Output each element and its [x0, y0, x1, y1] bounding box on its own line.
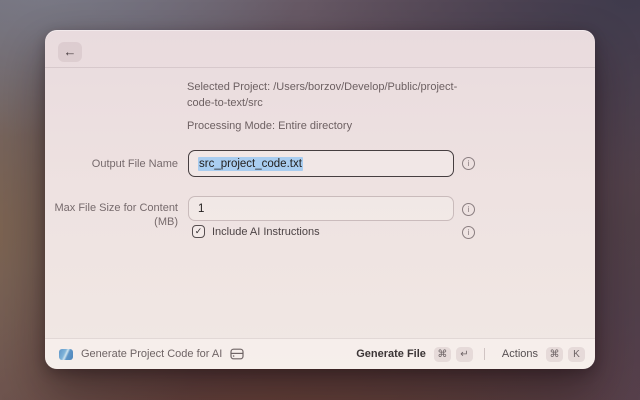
- form-window: ← Selected Project: /Users/borzov/Develo…: [45, 30, 595, 369]
- command-title: Generate Project Code for AI: [81, 348, 223, 360]
- include-ai-label: Include AI Instructions: [212, 225, 320, 238]
- keycap-k-icon: K: [568, 346, 585, 362]
- generate-file-button[interactable]: Generate File: [356, 348, 426, 360]
- actions-button[interactable]: Actions: [502, 348, 538, 360]
- keycap-return-icon: ↵: [455, 346, 473, 362]
- keycap-command-2-icon: ⌘: [546, 346, 563, 362]
- footer-actions: Generate File ⌘ ↵ Actions ⌘ K: [356, 346, 585, 362]
- output-file-info-icon[interactable]: i: [462, 157, 475, 170]
- action-bar: Generate Project Code for AI Generate Fi…: [45, 338, 595, 369]
- app-icon: [59, 348, 73, 360]
- max-file-size-label: Max File Size for Content (MB): [54, 202, 179, 228]
- drive-icon: [230, 348, 244, 360]
- max-file-size-info-icon[interactable]: i: [462, 203, 475, 216]
- back-arrow-icon: ←: [63, 44, 77, 59]
- keycap-command-icon: ⌘: [433, 346, 451, 362]
- output-file-selected-text: src_project_code.txt: [198, 156, 303, 171]
- include-ai-info-icon[interactable]: i: [462, 226, 475, 239]
- include-ai-checkbox-row[interactable]: ✓ Include AI Instructions: [192, 225, 320, 238]
- selected-project-text: Selected Project: /Users/borzov/Develop/…: [187, 81, 458, 109]
- max-file-size-value: 1: [198, 202, 205, 215]
- window-header: ←: [45, 30, 595, 68]
- output-file-input[interactable]: src_project_code.txt: [188, 150, 454, 177]
- back-button[interactable]: ←: [58, 42, 82, 62]
- footer-separator: [483, 348, 485, 360]
- checkbox-checked-icon[interactable]: ✓: [192, 225, 205, 238]
- max-file-size-input[interactable]: 1: [188, 196, 454, 221]
- processing-mode-text: Processing Mode: Entire directory: [187, 120, 353, 132]
- output-file-label: Output File Name: [91, 158, 178, 170]
